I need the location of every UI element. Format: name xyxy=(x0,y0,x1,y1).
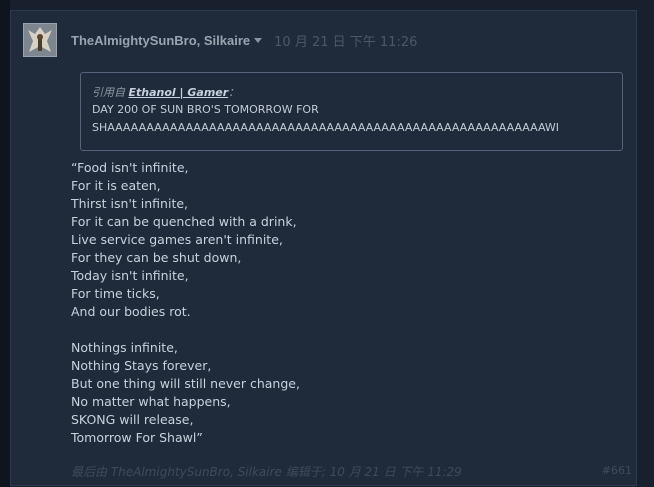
author-row: TheAlmightySunBro, Silkaire 10 月 21 日 下午… xyxy=(71,31,418,50)
quote-suffix: ： xyxy=(228,86,240,99)
body-line: For time ticks, xyxy=(71,286,160,301)
quote-author-link[interactable]: Ethanol | Gamer xyxy=(129,86,229,99)
post-number-link[interactable]: #661 xyxy=(602,464,632,477)
body-line: For they can be shut down, xyxy=(71,250,242,265)
avatar[interactable] xyxy=(23,23,57,57)
body-line: And our bodies rot. xyxy=(71,304,191,319)
quote-prefix: 引用自 xyxy=(92,86,125,99)
edit-note: 最后由 TheAlmightySunBro, Silkaire 编辑于; 10 … xyxy=(71,465,462,479)
page-edge xyxy=(0,0,10,487)
body-line: Thirst isn't infinite, xyxy=(71,196,189,211)
quote-block: 引用自 Ethanol | Gamer： DAY 200 OF SUN BRO'… xyxy=(80,72,623,151)
quote-line: DAY 200 OF SUN BRO'S TOMORROW FOR xyxy=(92,103,319,116)
body-line: SKONG will release, xyxy=(71,412,194,427)
body-line: Nothing Stays forever, xyxy=(71,358,212,373)
body-line: Live service games aren't infinite, xyxy=(71,232,283,247)
author-name[interactable]: TheAlmightySunBro, Silkaire xyxy=(71,33,250,48)
quote-header: 引用自 Ethanol | Gamer： xyxy=(92,85,611,101)
forum-post: TheAlmightySunBro, Silkaire 10 月 21 日 下午… xyxy=(10,10,637,486)
body-line: Nothings infinite, xyxy=(71,340,178,355)
quote-line: SHAAAAAAAAAAAAAAAAAAAAAAAAAAAAAAAAAAAAAA… xyxy=(92,121,560,134)
body-line: For it can be quenched with a drink, xyxy=(71,214,297,229)
body-line: “Food isn't infinite, xyxy=(71,160,189,175)
body-line: Tomorrow For Shawl” xyxy=(71,430,203,445)
paragraph-break xyxy=(71,321,611,339)
body-line: Today isn't infinite, xyxy=(71,268,189,283)
post-timestamp: 10 月 21 日 下午 11:26 xyxy=(274,34,418,50)
post-body: “Food isn't infinite, For it is eaten, T… xyxy=(71,159,611,447)
body-line: But one thing will still never change, xyxy=(71,376,300,391)
body-line: For it is eaten, xyxy=(71,178,161,193)
chevron-down-icon[interactable] xyxy=(254,37,263,43)
body-line: No matter what happens, xyxy=(71,394,231,409)
